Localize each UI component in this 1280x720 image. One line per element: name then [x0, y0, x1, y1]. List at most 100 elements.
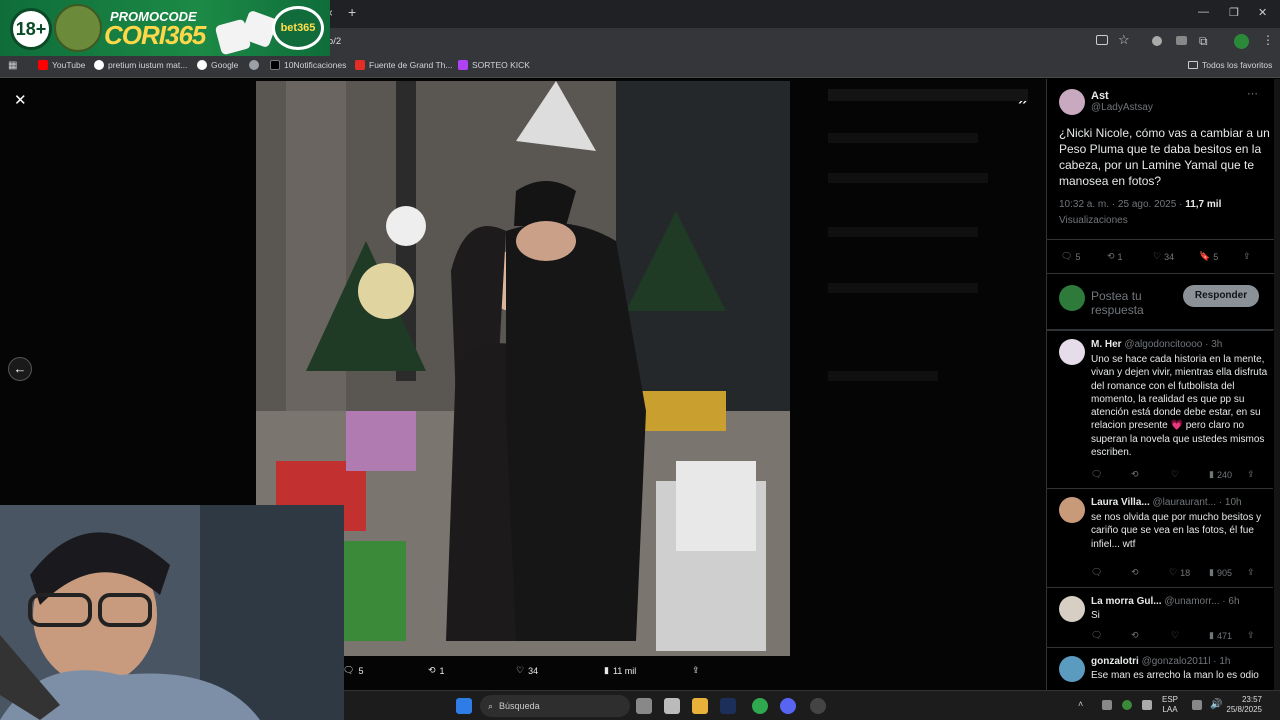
windows-start-icon[interactable] — [456, 698, 472, 714]
puzzle-icon[interactable]: ⧉ — [1199, 34, 1208, 49]
bar-chart-icon: ▮ — [1209, 567, 1214, 577]
views-count[interactable]: ▮ 905 — [1209, 567, 1232, 578]
dimmed-trend-row — [828, 283, 978, 293]
comment-icon[interactable]: 🗨 — [1091, 567, 1102, 578]
views-count[interactable]: ▮ 240 — [1209, 469, 1232, 480]
retweet-icon[interactable]: ⟲ — [1131, 469, 1139, 480]
bookmark-icon: 🔖 — [1199, 251, 1211, 261]
reply-avatar[interactable] — [1059, 596, 1085, 622]
retweet-icon: ⟲ — [428, 665, 436, 675]
volume-icon[interactable]: 🔊 — [1210, 699, 1222, 710]
extension-icon[interactable] — [1152, 36, 1162, 46]
app-icon-2[interactable] — [810, 698, 826, 714]
google-icon — [94, 60, 104, 70]
scrollbar[interactable] — [1274, 79, 1280, 690]
heart-icon[interactable]: ♡ — [1171, 469, 1179, 480]
reply-item[interactable]: M. Her @algodoncitoooo · 3h Uno se hace … — [1047, 330, 1273, 488]
close-icon[interactable]: ✕ — [14, 91, 27, 109]
reply-count[interactable]: 🗨 5 — [1061, 251, 1080, 262]
reply-submit-button[interactable]: Responder — [1183, 285, 1259, 307]
share-icon[interactable]: ⇪ — [1247, 567, 1255, 578]
bookmark-google[interactable]: Google — [197, 60, 238, 70]
reply-item[interactable]: Laura Villa... @lauraurant... · 10h se n… — [1047, 488, 1273, 587]
reply-avatar[interactable] — [1059, 339, 1085, 365]
more-options-icon[interactable]: ⋯ — [1247, 87, 1258, 100]
reply-item[interactable]: gonzalotri @gonzalo2011l · 1h Ese man es… — [1047, 647, 1273, 690]
tray-chevron-icon[interactable]: ˄ — [1078, 699, 1083, 709]
dimmed-trends-header — [828, 89, 1028, 101]
new-tab-button[interactable]: + — [348, 4, 356, 20]
like-count[interactable]: ♡ 34 — [1153, 251, 1174, 262]
tweet-detail-panel: Ast @LadyAstsay ⋯ ¿Nicki Nicole, cómo va… — [1046, 79, 1280, 690]
tray-icon[interactable] — [1102, 700, 1112, 710]
photo-retweet-action[interactable]: ⟲ 1 — [428, 665, 445, 676]
photo-views-action[interactable]: ▮ 11 mil — [604, 665, 636, 676]
reply-avatar[interactable] — [1059, 656, 1085, 682]
previous-arrow-icon[interactable]: ← — [8, 357, 32, 381]
minimize-icon[interactable]: — — [1198, 6, 1209, 18]
reply-text: se nos olvida que por mucho besitos y ca… — [1091, 512, 1262, 550]
webcam-illustration — [0, 505, 344, 720]
divider — [1047, 239, 1280, 240]
reply-header: gonzalotri @gonzalo2011l · 1h — [1091, 656, 1231, 667]
reply-item[interactable]: La morra Gul... @unamorr... · 6h Si 🗨 ⟲ … — [1047, 587, 1273, 647]
bookmark-gta[interactable]: Fuente de Grand Th... — [355, 60, 452, 70]
bookmark-globe[interactable] — [249, 60, 259, 70]
bet365-logo: bet365 — [272, 6, 324, 50]
retweet-icon[interactable]: ⟲ — [1131, 567, 1139, 578]
bookmark-notifications[interactable]: 10Notificaciones — [270, 60, 346, 70]
discord-icon[interactable] — [780, 698, 796, 714]
app-icon[interactable] — [664, 698, 680, 714]
bookmark-pretium[interactable]: pretium iustum mat... — [94, 60, 187, 70]
user-avatar — [1059, 285, 1085, 311]
photo-share-action[interactable]: ⇪ — [692, 665, 700, 676]
share-icon[interactable]: ⇪ — [1247, 469, 1255, 480]
photo-like-action[interactable]: ♡ 34 — [516, 665, 538, 676]
taskbar-search[interactable]: ⌕ Búsqueda — [480, 695, 630, 717]
reply-input[interactable]: Postea tu respuesta — [1091, 289, 1171, 317]
share-icon[interactable]: ⇪ — [1247, 630, 1255, 641]
like-count[interactable]: ♡ 18 — [1169, 567, 1190, 578]
close-window-icon[interactable]: ✕ — [1258, 6, 1267, 19]
install-app-icon[interactable] — [1096, 35, 1108, 45]
apps-grid-icon[interactable]: ▦ — [8, 60, 17, 71]
folder-icon — [1188, 61, 1198, 69]
network-icon[interactable] — [1192, 700, 1202, 710]
clock[interactable]: 23:57 25/8/2025 — [1226, 695, 1262, 715]
mic-icon[interactable] — [1142, 700, 1152, 710]
photoshop-icon[interactable] — [720, 698, 736, 714]
author-avatar[interactable] — [1059, 89, 1085, 115]
bookmark-sorteo[interactable]: SORTEO KICK — [458, 60, 530, 70]
reply-header: Laura Villa... @lauraurant... · 10h — [1091, 497, 1242, 508]
comment-icon[interactable]: 🗨 — [1091, 469, 1102, 480]
heart-icon: ♡ — [516, 665, 525, 675]
file-explorer-icon[interactable] — [692, 698, 708, 714]
tray-icon[interactable] — [1122, 700, 1132, 710]
bookmark-count[interactable]: 🔖 5 — [1199, 251, 1218, 262]
retweet-count[interactable]: ⟲ 1 — [1107, 251, 1123, 262]
photo-reply-action[interactable]: 🗨 5 — [343, 665, 363, 676]
task-view-icon[interactable] — [636, 698, 652, 714]
reply-text: Uno se hace cada historia en la mente, v… — [1091, 354, 1268, 459]
author-handle[interactable]: @LadyAstsay — [1091, 101, 1153, 115]
mascot-image — [54, 4, 102, 52]
reply-header: La morra Gul... @unamorr... · 6h — [1091, 596, 1240, 607]
chrome-icon[interactable] — [752, 698, 768, 714]
dimmed-trend-row — [828, 133, 978, 143]
views-count[interactable]: ▮ 471 — [1209, 630, 1232, 641]
profile-avatar[interactable] — [1234, 34, 1249, 49]
all-bookmarks[interactable]: Todos los favoritos — [1188, 60, 1272, 70]
extension-icon-2[interactable] — [1176, 36, 1187, 45]
retweet-icon: ⟲ — [1107, 251, 1115, 261]
menu-kebab-icon[interactable]: ⋮ — [1262, 33, 1274, 47]
comment-icon[interactable]: 🗨 — [1091, 630, 1102, 641]
star-icon[interactable]: ☆ — [1118, 32, 1130, 48]
share-button[interactable]: ⇪ — [1243, 251, 1251, 262]
reply-avatar[interactable] — [1059, 497, 1085, 523]
bookmark-youtube[interactable]: YouTube — [38, 60, 85, 70]
language-indicator[interactable]: ESP LAA — [1162, 695, 1178, 715]
restore-icon[interactable]: ❐ — [1229, 6, 1239, 19]
dimmed-who-to-follow — [828, 371, 938, 381]
retweet-icon[interactable]: ⟲ — [1131, 630, 1139, 641]
heart-icon[interactable]: ♡ — [1171, 630, 1179, 641]
